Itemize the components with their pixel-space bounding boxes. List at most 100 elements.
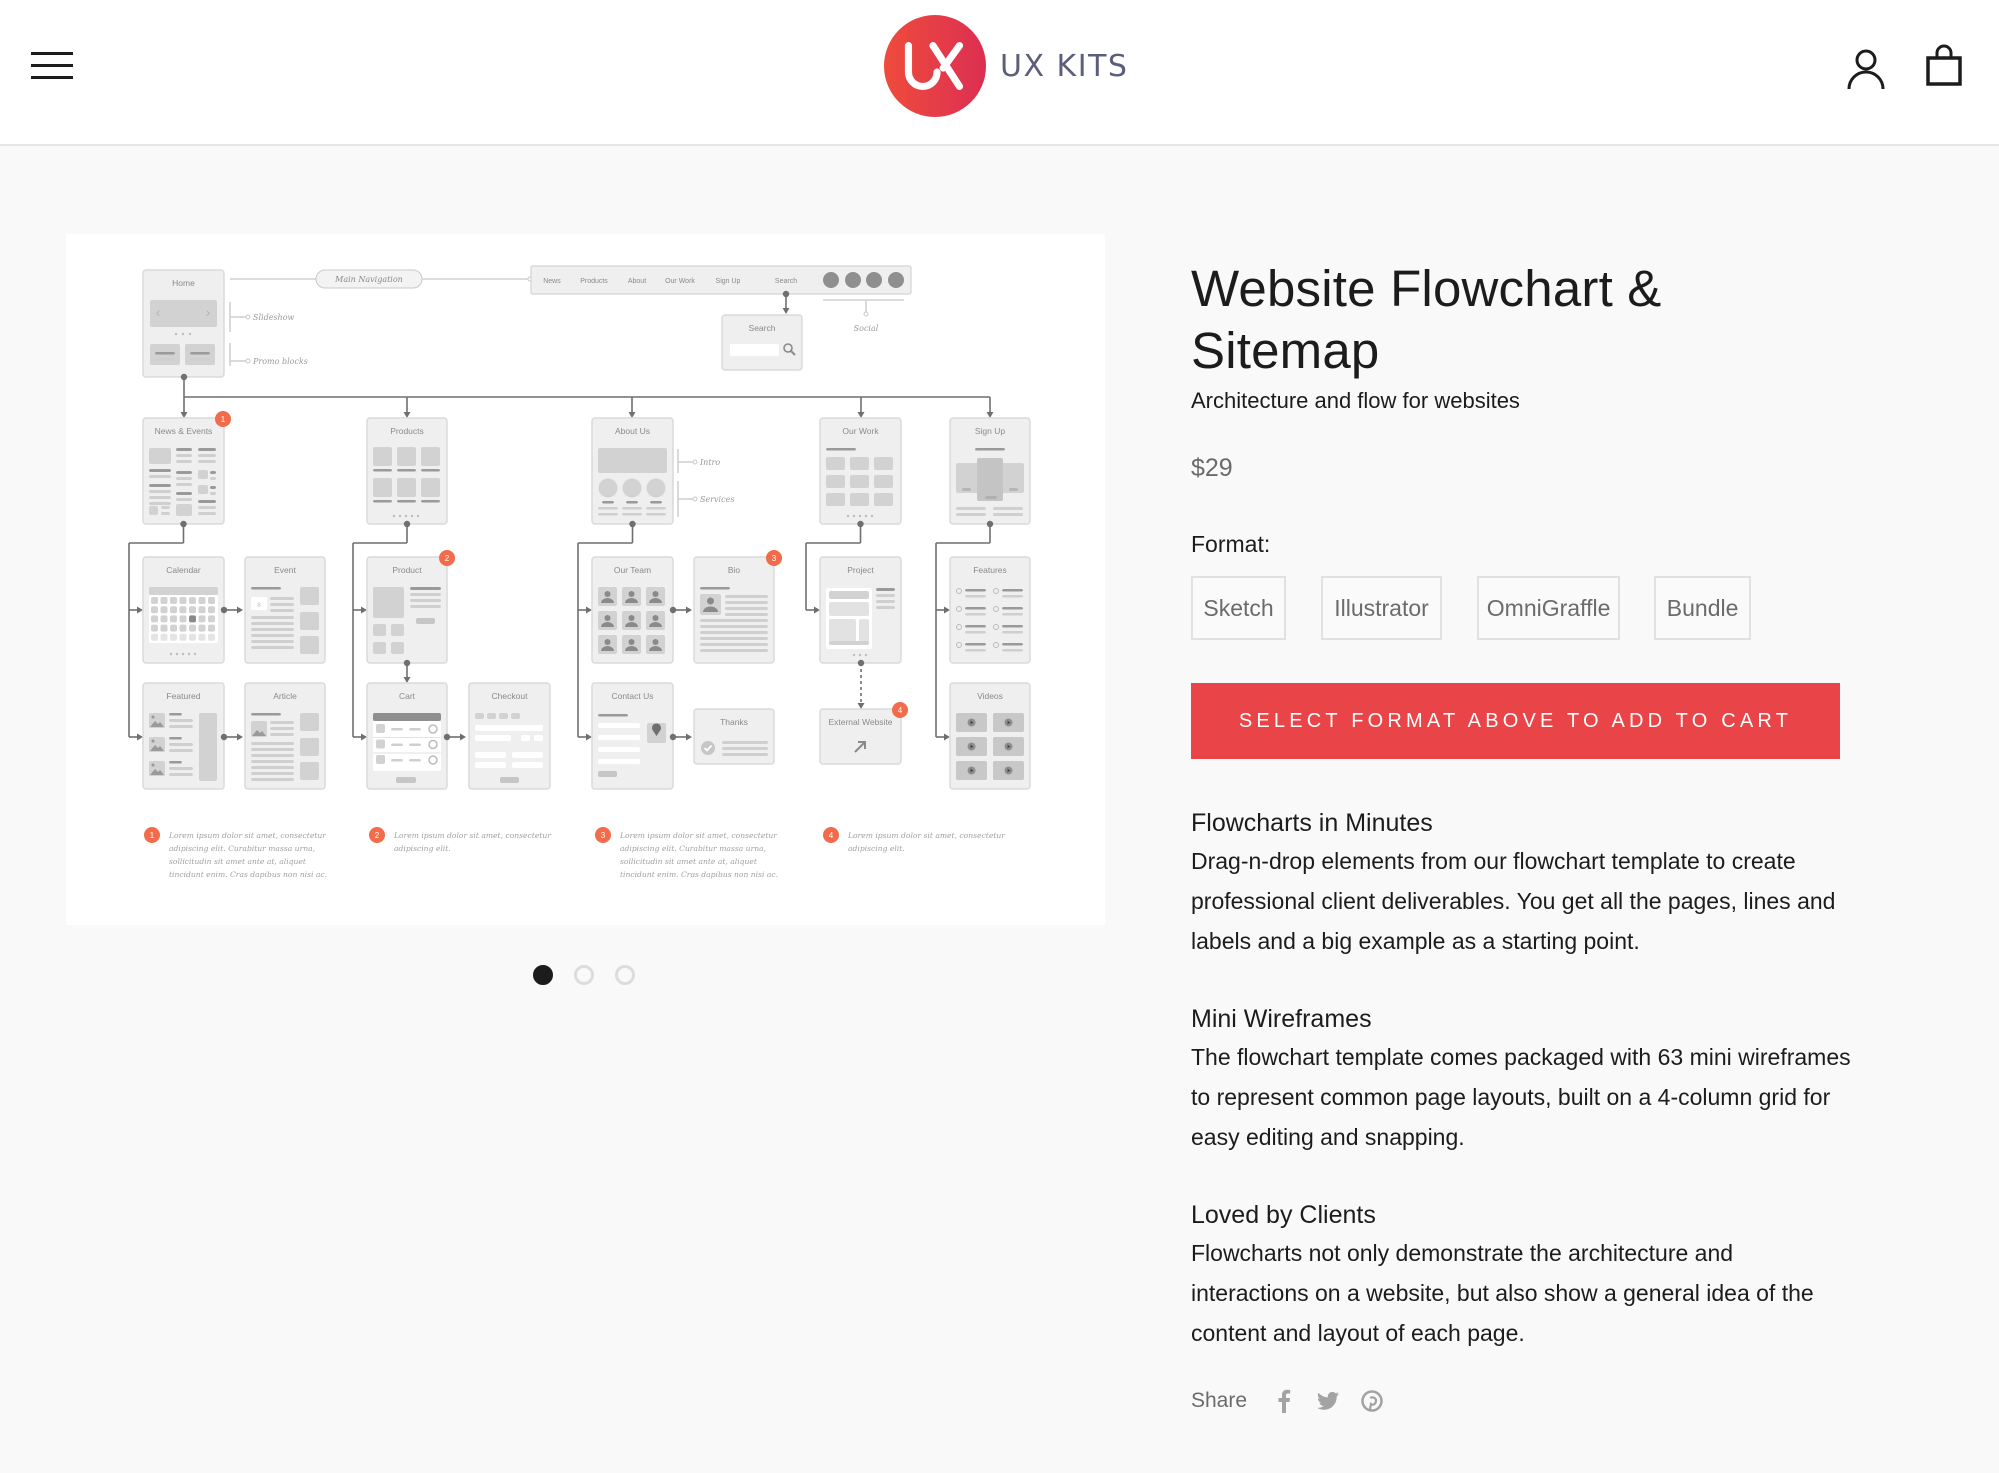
text-line [725, 613, 768, 616]
format-sketch-button[interactable]: Sketch [1191, 576, 1287, 640]
gallery-dot-3[interactable] [615, 965, 635, 985]
wireframe-block [373, 624, 386, 636]
wireframe-block [373, 642, 386, 654]
text-line [251, 628, 294, 631]
calendar-cell [151, 606, 158, 614]
wireframe-block [300, 636, 319, 654]
pager-dot [181, 332, 185, 336]
product-subtitle: Architecture and flow for websites [1191, 388, 1520, 413]
card-home-title: Home [172, 278, 195, 288]
wireframe-block [373, 478, 392, 497]
calendar-cell [179, 597, 187, 604]
text-line [410, 593, 441, 596]
text-line [149, 469, 171, 472]
calendar-cell [160, 624, 168, 632]
wireframe-block [176, 504, 192, 516]
calendar-cell [208, 633, 215, 641]
text-line [251, 640, 294, 643]
wireframe-block [475, 713, 484, 719]
menu-button[interactable] [31, 50, 73, 80]
product-image-gallery[interactable]: Home ‹ › Slideshow Promo blocks Main Navigati… [66, 234, 1105, 925]
text-line [251, 742, 294, 745]
text-line [725, 607, 768, 610]
text-line [965, 607, 986, 610]
section-body: Flowcharts not only demonstrate the arch… [1191, 1240, 1814, 1346]
wireframe-block [829, 602, 869, 616]
product-title: Website Flowchart & Sitemap [1191, 260, 1662, 379]
site-header: UX KITS [0, 0, 1999, 146]
text-line [251, 778, 294, 781]
user-icon[interactable] [1846, 48, 1886, 90]
twitter-icon[interactable] [1317, 1390, 1340, 1412]
pager-dot [404, 514, 408, 518]
pager-dot [416, 514, 420, 518]
card-our-work-title: Our Work [842, 426, 879, 436]
wireframe-block [300, 587, 319, 605]
annotation-dot [245, 314, 251, 320]
text-line [1002, 643, 1023, 646]
text-line [602, 501, 614, 504]
wireframe-block [300, 713, 319, 731]
text-line [251, 634, 294, 637]
arrow-head-icon [237, 606, 243, 614]
button-wireframe [396, 777, 416, 783]
card-products-title: Products [390, 426, 424, 436]
text-line [956, 513, 986, 516]
text-line [876, 588, 895, 591]
facebook-icon[interactable] [1273, 1389, 1295, 1413]
arrow-head-icon [403, 412, 411, 418]
gallery-dot-1[interactable] [533, 965, 553, 985]
note-badge-number: 3 [601, 831, 606, 840]
shopping-bag-icon[interactable] [1926, 44, 1962, 86]
format-illustrator-button[interactable]: Illustrator [1321, 576, 1442, 640]
note-badge-number: 2 [445, 554, 450, 563]
wireframe-block [499, 713, 508, 719]
arrow-head-icon [586, 733, 592, 741]
pinterest-icon[interactable] [1361, 1390, 1383, 1412]
text-line [198, 454, 216, 457]
text-line [251, 646, 294, 649]
text-line [956, 507, 986, 510]
text-line [1002, 631, 1023, 634]
description-section: Mini Wireframes The flowchart template c… [1191, 1001, 1851, 1157]
text-line [176, 498, 192, 501]
calendar-cell [151, 615, 158, 623]
text-line [626, 501, 638, 504]
pager-dot [864, 514, 868, 518]
format-bundle-button[interactable]: Bundle [1654, 576, 1751, 640]
wireframe-block [829, 641, 869, 645]
pager-dot [175, 652, 179, 656]
card-event-title: Event [274, 565, 296, 575]
calendar-cell [198, 624, 206, 632]
text-line [251, 616, 294, 619]
text-line [251, 772, 294, 775]
wireframe-block [373, 587, 404, 618]
pager-dot [870, 514, 874, 518]
text-line [965, 643, 986, 646]
avatar-circle [646, 478, 666, 498]
text-line [397, 500, 416, 503]
text-line [270, 597, 294, 600]
note-badge-number: 1 [150, 831, 155, 840]
annotation-promo-blocks: Promo blocks [252, 357, 308, 366]
text-line [1002, 625, 1023, 628]
arrow-head-icon [686, 733, 692, 741]
note-badge-number: 1 [221, 415, 226, 424]
card-checkout-title: Checkout [492, 691, 529, 701]
arrow-head-icon [180, 412, 188, 418]
chevron-right-icon: › [206, 304, 211, 320]
text-line [410, 605, 441, 608]
text-line [198, 506, 216, 509]
logo-link[interactable]: UX KITS [884, 15, 1128, 117]
text-line [646, 507, 666, 510]
wireframe-block [391, 624, 404, 636]
card-videos-title: Videos [977, 691, 1003, 701]
arrow-head-icon [460, 733, 466, 741]
gallery-dot-2[interactable] [574, 965, 594, 985]
calendar-cell [170, 624, 177, 632]
format-omnigraffle-button[interactable]: OmniGraffle [1476, 576, 1621, 640]
check-circle-icon [701, 741, 715, 755]
add-to-cart-button[interactable]: SELECT FORMAT ABOVE TO ADD TO CART [1191, 683, 1840, 759]
wireframe-block [373, 752, 441, 754]
pager-dot [392, 514, 396, 518]
